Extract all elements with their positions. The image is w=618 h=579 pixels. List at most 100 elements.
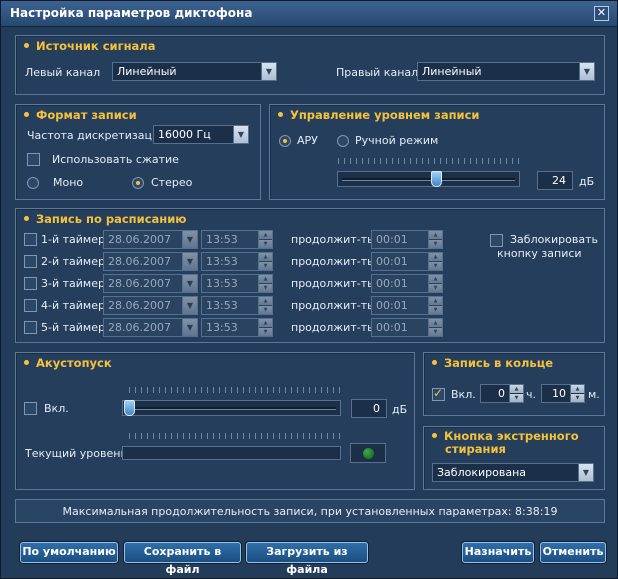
apply-button[interactable]: Назначить [462,542,534,563]
spin-down-icon[interactable]: ▼ [259,240,272,248]
timer-5-checkbox[interactable] [24,321,37,334]
record-level-thumb[interactable] [431,171,442,187]
timer-1-duration-label: продолжит-ть [291,233,374,246]
timer-1-time[interactable]: 13:53 ▲ ▼ [201,230,273,249]
timer-2-checkbox[interactable] [24,255,37,268]
timer-2-duration-label: продолжит-ть [291,255,374,268]
threshold-value[interactable]: 0 [351,399,387,418]
chevron-down-icon[interactable]: ▼ [182,231,197,248]
timer-3-time[interactable]: 13:53 ▲ ▼ [201,274,273,293]
threshold-ticks [129,387,341,393]
timer-4-duration[interactable]: 00:01 ▲ ▼ [371,296,443,315]
spin-up-icon[interactable]: ▲ [259,297,272,305]
timer-2-date[interactable]: 28.06.2007 ▼ [103,252,198,271]
load-from-file-button[interactable]: Загрузить из файла [246,542,368,576]
title-bar[interactable]: Настройка параметров диктофона ✕ [1,1,617,27]
emergency-erase-title: Кнопка экстренного стирания [432,430,579,456]
timer-3-date[interactable]: 28.06.2007 ▼ [103,274,198,293]
spin-up-icon[interactable]: ▲ [510,385,523,393]
chevron-down-icon[interactable]: ▼ [579,63,594,80]
sample-rate-select[interactable]: 16000 Гц ▼ [153,125,249,144]
signal-source-group: Источник сигнала Левый канал Линейный ▼ … [15,35,605,95]
manual-mode-label: Ручной режим [355,134,439,147]
timer-5-time[interactable]: 13:53 ▲ ▼ [201,318,273,337]
defaults-button[interactable]: По умолчанию [20,542,118,563]
acoustic-enable-label: Вкл. [44,402,69,415]
chevron-down-icon[interactable]: ▼ [233,126,248,143]
timer-4-date[interactable]: 28.06.2007 ▼ [103,296,198,315]
lock-record-button-checkbox[interactable] [490,234,503,247]
timer-2-time[interactable]: 13:53 ▲ ▼ [201,252,273,271]
spin-down-icon[interactable]: ▼ [259,328,272,336]
chevron-down-icon[interactable]: ▼ [578,464,593,481]
chevron-down-icon[interactable]: ▼ [261,63,276,80]
timer-3-duration-label: продолжит-ть [291,277,374,290]
agc-radio[interactable] [279,135,291,147]
chevron-down-icon[interactable]: ▼ [182,253,197,270]
left-channel-select[interactable]: Линейный ▼ [112,62,277,81]
spin-up-icon[interactable]: ▲ [429,231,442,239]
loop-enable-checkbox[interactable] [432,386,445,401]
timer-3-checkbox[interactable] [24,277,37,290]
spin-down-icon[interactable]: ▼ [429,328,442,336]
timer-3-duration[interactable]: 00:01 ▲ ▼ [371,274,443,293]
chevron-down-icon[interactable]: ▼ [182,275,197,292]
timer-5-date[interactable]: 28.06.2007 ▼ [103,318,198,337]
emergency-erase-select[interactable]: Заблокирована ▼ [432,463,594,482]
loop-minutes-spinner[interactable]: 10 ▲ ▼ [541,384,585,403]
loop-hours-spinner[interactable]: 0 ▲ ▼ [480,384,524,403]
acoustic-start-title: Акустопуск [24,356,112,370]
timer-2-duration[interactable]: 00:01 ▲ ▼ [371,252,443,271]
record-level-value[interactable]: 24 [537,171,573,190]
timer-5-duration[interactable]: 00:01 ▲ ▼ [371,318,443,337]
spin-down-icon[interactable]: ▼ [259,284,272,292]
spin-down-icon[interactable]: ▼ [429,284,442,292]
acoustic-enable-checkbox[interactable] [24,402,37,415]
spin-down-icon[interactable]: ▼ [259,306,272,314]
timer-1-date[interactable]: 28.06.2007 ▼ [103,230,198,249]
settings-window: Настройка параметров диктофона ✕ Источни… [0,0,618,579]
spin-down-icon[interactable]: ▼ [429,306,442,314]
close-button[interactable]: ✕ [594,6,609,21]
chevron-down-icon[interactable]: ▼ [182,319,197,336]
window-title: Настройка параметров диктофона [10,6,253,20]
spin-up-icon[interactable]: ▲ [429,275,442,283]
right-channel-select[interactable]: Линейный ▼ [417,62,595,81]
level-ticks [338,158,519,164]
stereo-radio[interactable] [132,177,144,189]
spin-down-icon[interactable]: ▼ [510,394,523,402]
spin-up-icon[interactable]: ▲ [429,319,442,327]
spin-down-icon[interactable]: ▼ [429,240,442,248]
timer-5-duration-label: продолжит-ть [291,321,374,334]
threshold-thumb[interactable] [124,400,135,416]
spin-up-icon[interactable]: ▲ [429,297,442,305]
spin-down-icon[interactable]: ▼ [259,262,272,270]
timer-4-time[interactable]: 13:53 ▲ ▼ [201,296,273,315]
threshold-slider[interactable] [122,400,341,416]
acoustic-start-group: Акустопуск Вкл. 0 дБ Текущий уровень [15,352,415,490]
cancel-button[interactable]: Отменить [540,542,606,563]
spin-up-icon[interactable]: ▲ [259,253,272,261]
spin-up-icon[interactable]: ▲ [571,385,584,393]
spin-up-icon[interactable]: ▲ [429,253,442,261]
timer-1-duration[interactable]: 00:01 ▲ ▼ [371,230,443,249]
spin-up-icon[interactable]: ▲ [259,275,272,283]
spin-up-icon[interactable]: ▲ [259,231,272,239]
lock-record-label-2: кнопку записи [497,247,582,260]
chevron-down-icon[interactable]: ▼ [182,297,197,314]
emergency-erase-group: Кнопка экстренного стирания Заблокирована… [423,426,605,490]
loop-record-title: Запись в кольце [432,356,553,370]
spin-down-icon[interactable]: ▼ [429,262,442,270]
save-to-file-button[interactable]: Сохранить в файл [124,542,241,576]
stereo-label: Стерео [151,176,193,189]
mono-radio[interactable] [27,177,39,189]
timer-1-checkbox[interactable] [24,233,37,246]
timer-4-label: 4-й таймер [41,299,105,312]
record-level-slider[interactable] [337,171,520,187]
manual-mode-radio[interactable] [337,135,349,147]
spin-down-icon[interactable]: ▼ [571,394,584,402]
max-duration-text: Максимальная продолжительность записи, п… [62,505,558,518]
spin-up-icon[interactable]: ▲ [259,319,272,327]
timer-4-checkbox[interactable] [24,299,37,312]
compression-checkbox[interactable] [27,153,40,166]
